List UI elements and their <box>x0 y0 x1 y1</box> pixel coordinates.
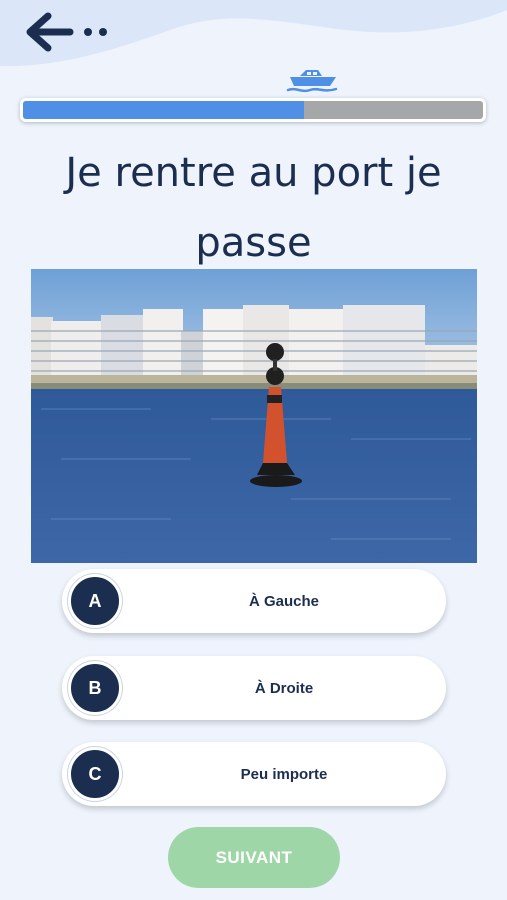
back-button[interactable] <box>22 10 114 56</box>
answer-label: Peu importe <box>240 765 328 783</box>
question-text: Je rentre au port je passe <box>65 150 442 266</box>
progress-bar <box>20 98 486 122</box>
answer-option-c[interactable]: C Peu importe <box>62 742 446 806</box>
speedboat-icon <box>286 70 338 93</box>
arrow-left-icon <box>26 12 107 52</box>
answer-label: À Gauche <box>248 592 320 610</box>
answer-letter-badge: B <box>68 661 122 715</box>
answer-option-a[interactable]: A À Gauche <box>62 569 446 633</box>
answer-label: À Droite <box>254 679 314 697</box>
answer-letter-badge: C <box>68 747 122 801</box>
progress-fill <box>23 101 304 119</box>
answer-option-b[interactable]: B À Droite <box>62 656 446 720</box>
next-button[interactable]: SUIVANT <box>168 827 340 888</box>
buoy-photo <box>31 269 477 563</box>
answer-letter-badge: A <box>68 574 122 628</box>
